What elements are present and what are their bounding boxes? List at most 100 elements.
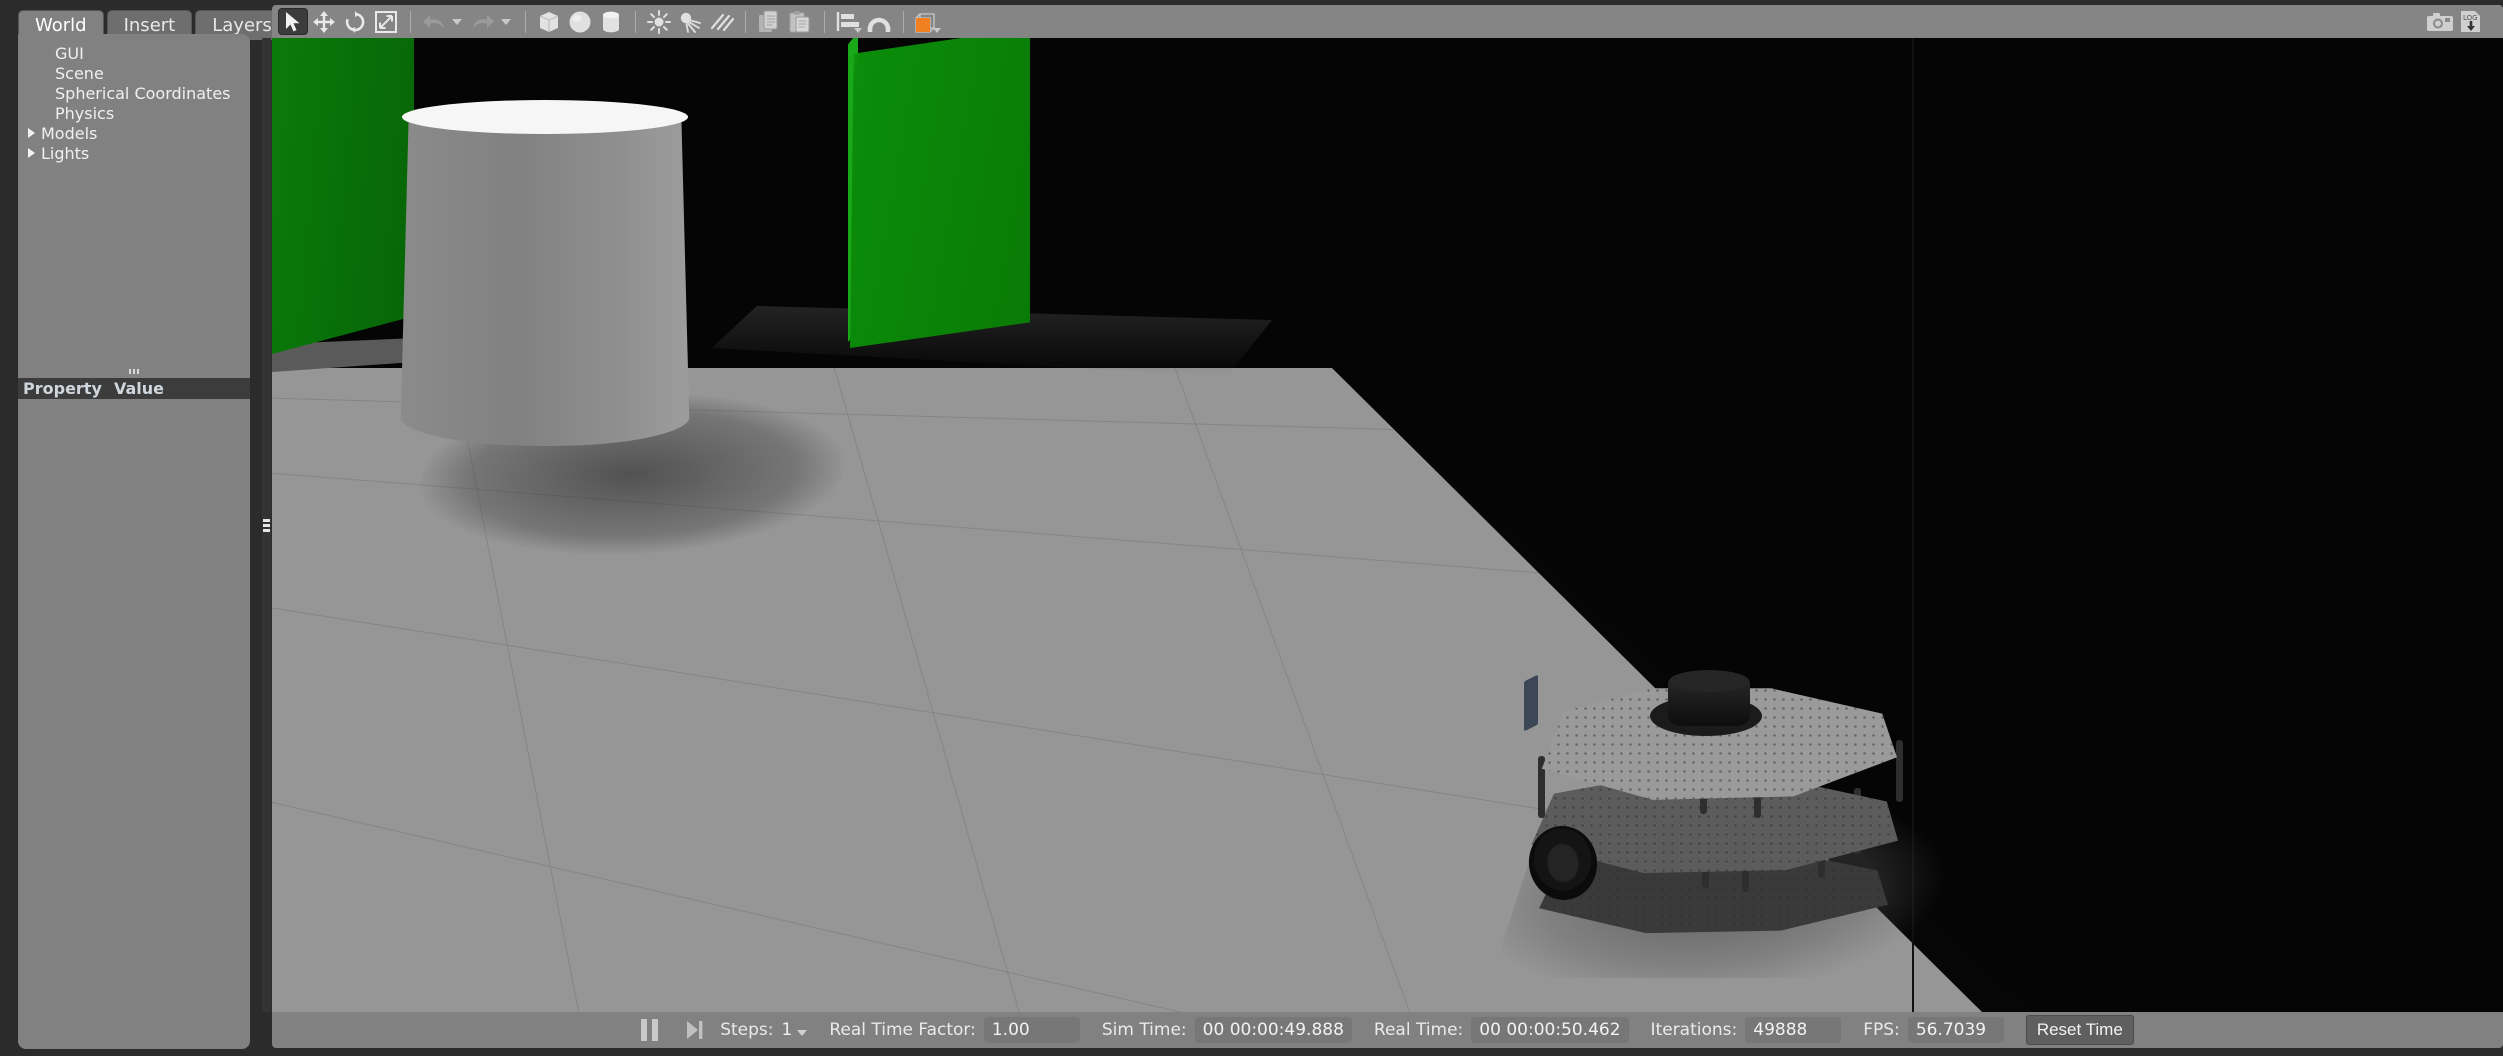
tree-item-scene[interactable]: Scene	[18, 63, 250, 83]
tree-item-spherical-coordinates[interactable]: Spherical Coordinates	[18, 83, 250, 103]
paste-icon	[789, 10, 811, 34]
simulation-status-bar: Steps: 1 Real Time Factor: 1.00 Sim Time…	[272, 1012, 2503, 1048]
camera-screenshot-icon	[2426, 11, 2454, 33]
sim-time-label: Sim Time:	[1101, 1020, 1187, 1040]
insert-spot-light-button[interactable]	[675, 8, 705, 35]
translate-move-button[interactable]	[309, 8, 339, 35]
log-download-icon: LOG	[2458, 10, 2484, 34]
cylinder-body	[400, 116, 690, 446]
tree-item-models[interactable]: Models	[18, 123, 250, 143]
iterations-value: 49888	[1745, 1017, 1842, 1043]
splitter-dot	[263, 518, 270, 522]
pause-icon	[641, 1019, 648, 1041]
steps-value[interactable]: 1	[781, 1020, 792, 1040]
steps-label: Steps:	[720, 1020, 774, 1040]
chevron-right-icon[interactable]	[26, 147, 38, 159]
pause-button[interactable]	[641, 1019, 659, 1041]
world-tree-panel: GUI Scene Spherical Coordinates Physics …	[18, 34, 250, 396]
tree-item-physics[interactable]: Physics	[18, 103, 250, 123]
copy-button[interactable]	[754, 8, 784, 35]
real-time-factor-label: Real Time Factor:	[829, 1020, 976, 1040]
toolbar-separator	[824, 10, 825, 33]
grip-dot	[137, 369, 139, 374]
redo-arrow-icon	[471, 12, 495, 32]
chevron-right-icon[interactable]	[26, 127, 38, 139]
paste-button[interactable]	[785, 8, 815, 35]
screenshot-button[interactable]	[2425, 8, 2455, 35]
splitter-dot	[263, 523, 270, 527]
copy-icon	[758, 10, 780, 34]
insert-box-button[interactable]	[534, 8, 564, 35]
grey-cylinder[interactable]	[400, 100, 690, 446]
step-button[interactable]	[684, 1019, 704, 1041]
tree-item-lights-label: Lights	[41, 143, 90, 163]
align-button[interactable]	[833, 8, 863, 35]
view-angle-button[interactable]	[912, 8, 942, 35]
redo-button[interactable]	[468, 8, 498, 35]
real-time-value: 00 00:00:50.462	[1471, 1017, 1629, 1043]
tree-item-models-label: Models	[41, 123, 98, 143]
iterations-label: Iterations:	[1650, 1020, 1738, 1040]
tree-item-lights[interactable]: Lights	[18, 143, 250, 163]
panel-resize-grip[interactable]	[127, 369, 141, 374]
toolbar-separator	[635, 10, 636, 33]
fps-value: 56.7039	[1907, 1017, 2004, 1043]
scale-button[interactable]	[371, 8, 401, 35]
column-header-value: Value	[114, 379, 165, 398]
toolbar-separator	[745, 10, 746, 33]
translate-move-icon	[313, 10, 335, 33]
green-wall-left	[272, 38, 414, 354]
snap-button[interactable]	[864, 8, 894, 35]
green-wall-mid	[850, 38, 1030, 348]
cylinder-top-face	[402, 100, 688, 134]
point-light-icon	[647, 9, 671, 34]
property-table-body[interactable]	[18, 399, 250, 1049]
redo-history-caret-icon[interactable]	[501, 18, 511, 25]
insert-cylinder-button[interactable]	[596, 8, 626, 35]
column-header-property: Property	[23, 379, 102, 398]
robot-rear-blue-panel	[1524, 674, 1538, 732]
render-viewport-3d[interactable]	[272, 38, 2503, 1012]
grip-dot	[133, 369, 135, 374]
status-bar-controls: Steps: 1 Real Time Factor: 1.00 Sim Time…	[641, 1015, 2134, 1045]
lidar-top-cap	[1670, 670, 1748, 692]
toolbar-separator	[410, 10, 411, 33]
log-data-button[interactable]: LOG	[2456, 8, 2486, 35]
select-arrow-button[interactable]	[278, 8, 308, 35]
insert-point-light-button[interactable]	[644, 8, 674, 35]
tab-layers-label: Layers	[212, 15, 272, 36]
splitter-dots	[263, 518, 270, 532]
gazebo-window: World Insert Layers GUI Scene Spherical …	[0, 0, 2503, 1056]
rotate-button[interactable]	[340, 8, 370, 35]
turtlebot-robot[interactable]	[1491, 668, 1973, 978]
robot-standoff-post	[1896, 740, 1903, 802]
insert-directional-light-button[interactable]	[706, 8, 736, 35]
sphere-icon	[568, 10, 592, 34]
tree-item-physics-label: Physics	[55, 103, 115, 123]
property-table-header: Property Value	[18, 378, 250, 399]
box-icon	[538, 10, 560, 34]
steps-dropdown-caret-icon[interactable]	[797, 1030, 808, 1036]
view-angle-dropdown-caret-icon[interactable]	[933, 28, 941, 33]
tree-item-gui[interactable]: GUI	[18, 43, 250, 63]
align-dropdown-caret-icon[interactable]	[854, 28, 862, 33]
tree-item-spherical-coordinates-label: Spherical Coordinates	[55, 83, 231, 103]
toolbar-separator	[525, 10, 526, 33]
grip-dot	[129, 369, 131, 374]
spot-light-icon	[678, 10, 702, 34]
undo-button[interactable]	[419, 8, 449, 35]
insert-sphere-button[interactable]	[565, 8, 595, 35]
cylinder-icon	[601, 10, 621, 34]
sim-time-value: 00 00:00:49.888	[1194, 1017, 1352, 1043]
tree-item-scene-label: Scene	[55, 63, 104, 83]
undo-arrow-icon	[422, 12, 446, 32]
splitter-dot	[263, 528, 270, 532]
left-splitter[interactable]	[262, 38, 271, 1012]
undo-history-caret-icon[interactable]	[452, 18, 462, 25]
tree-item-gui-label: GUI	[55, 43, 84, 63]
reset-time-button[interactable]: Reset Time	[2025, 1015, 2134, 1045]
directional-light-icon	[708, 10, 734, 34]
world-tree-list: GUI Scene Spherical Coordinates Physics …	[18, 34, 250, 163]
tab-world-label: World	[35, 15, 87, 36]
select-arrow-icon	[283, 11, 303, 33]
